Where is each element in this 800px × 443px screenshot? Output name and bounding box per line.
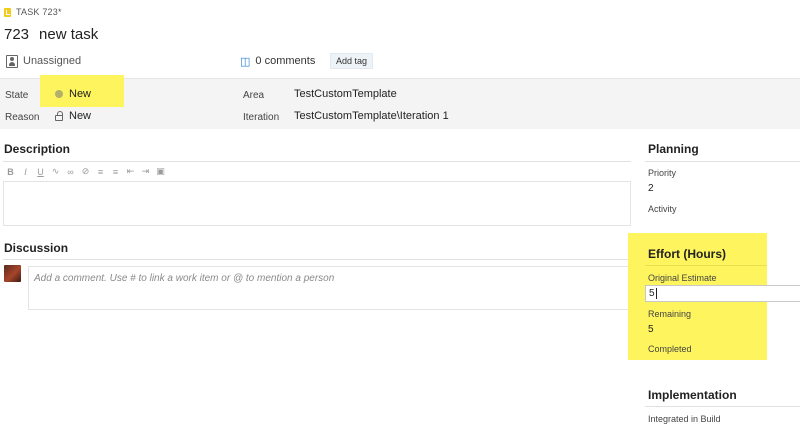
original-estimate-label: Original Estimate [648,273,717,283]
priority-label: Priority [648,168,677,178]
remaining-label: Remaining [648,309,692,319]
lock-icon [55,111,63,122]
completed-label: Completed [648,344,692,354]
comment-icon: ◫ [240,55,251,68]
underline-icon[interactable]: U [36,167,45,177]
effort-title: Effort (Hours) [648,247,726,261]
unlink-icon[interactable]: ⊘ [81,166,90,177]
discussion-rule [3,259,631,260]
discussion-title: Discussion [4,241,69,255]
numbering-icon[interactable]: ≡ [111,167,120,177]
state-value: New [69,88,92,100]
meta-row: Unassigned ◫ 0 comments Add tag [6,52,796,70]
highlight-icon[interactable]: ∿ [51,166,60,177]
reason-label: Reason [5,112,40,123]
outdent-icon[interactable]: ⇤ [126,166,135,177]
comments-link[interactable]: ◫ 0 comments [240,55,315,68]
work-item-title-row: 723 new task [4,22,98,46]
link-icon[interactable]: ∞ [66,167,75,177]
integrated-in-build-label: Integrated in Build [648,414,721,424]
assigned-to-icon [6,54,18,68]
bold-icon[interactable]: B [6,167,15,177]
state-dot-icon [55,90,63,99]
image-icon[interactable]: ▣ [156,166,165,177]
text-caret [655,288,657,299]
description-title: Description [4,142,71,156]
remaining-value[interactable]: 5 [648,324,654,335]
work-item-id: 723 [4,25,30,43]
task-icon [4,7,11,17]
work-item-title[interactable]: new task [39,26,98,43]
reason-field: New [55,110,91,122]
iteration-label: Iteration [243,112,280,123]
state-field[interactable]: New [55,88,91,100]
area-label: Area [243,90,265,101]
description-rule [3,161,631,162]
work-item-type: TASK 723* [4,6,62,18]
priority-value[interactable]: 2 [648,183,654,194]
reason-value: New [69,110,92,122]
description-toolbar: B I U ∿ ∞ ⊘ ≡ ≡ ⇤ ⇥ ▣ [6,166,165,177]
activity-label: Activity [648,204,677,214]
add-tag-button[interactable]: Add tag [330,53,374,69]
planning-title: Planning [648,142,699,156]
italic-icon[interactable]: I [21,167,30,177]
avatar [4,265,21,282]
original-estimate-value: 5 [649,288,655,299]
bullets-icon[interactable]: ≡ [96,167,105,177]
indent-icon[interactable]: ⇥ [141,166,150,177]
comments-count: 0 comments [255,55,316,67]
implementation-title: Implementation [648,388,737,402]
work-item-type-label: TASK 723* [16,7,62,17]
assigned-to[interactable]: Unassigned [23,55,81,67]
comment-input[interactable]: Add a comment. Use # to link a work item… [28,266,631,310]
effort-rule [645,265,767,266]
state-label: State [5,90,29,101]
description-editor[interactable] [3,181,631,226]
planning-rule [645,161,800,162]
original-estimate-input[interactable]: 5 [645,285,800,302]
implementation-rule [645,406,800,407]
iteration-value[interactable]: TestCustomTemplate\Iteration 1 [294,110,449,122]
area-value[interactable]: TestCustomTemplate [294,88,397,100]
